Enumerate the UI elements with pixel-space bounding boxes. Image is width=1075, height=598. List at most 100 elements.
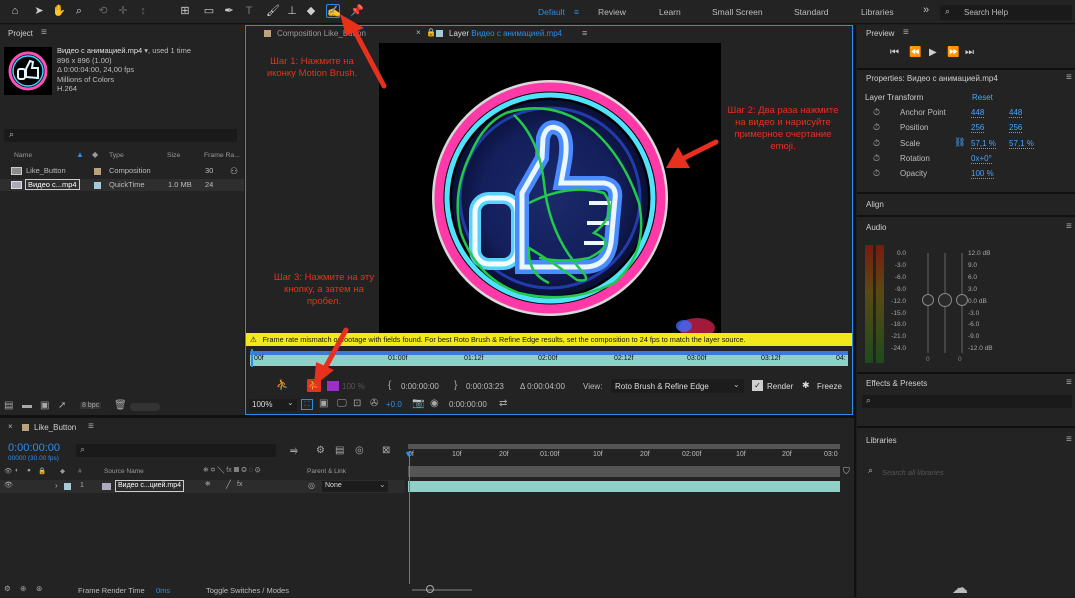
scale-y[interactable]: 57,1 % [1009,139,1034,149]
link-icon[interactable]: ⛓ [954,137,965,148]
position-x[interactable]: 256 [971,123,985,133]
out-time[interactable]: 0:00:03:23 [466,382,504,391]
timeline-timecode[interactable]: 0:00:00:00 [8,442,60,454]
more-workspaces-icon[interactable]: » [923,4,929,16]
stopwatch-icon[interactable]: ⏱ [873,153,880,164]
close-tab-icon[interactable]: × [8,422,13,431]
shape-tool-icon[interactable]: ▭ [202,4,216,18]
anchor-y[interactable]: 448 [1009,108,1023,118]
scale-x[interactable]: 57,1 % [971,139,996,149]
rotation-value[interactable]: 0x+0° [971,154,992,164]
expand-layer-switches-icon[interactable]: ⊕ [20,584,26,593]
current-time[interactable]: 0:00:00:00 [449,400,487,409]
last-frame-icon[interactable]: ⏭ [965,47,974,58]
bpc-toggle[interactable]: 8 bpc [80,402,102,409]
panel-menu-icon[interactable]: ≡ [903,27,909,38]
comp-mini-flowchart-icon[interactable]: ⥤ [290,445,298,456]
timeline-search[interactable]: ⌕ [76,444,276,457]
interpret-footage-icon[interactable]: ▤ [4,400,13,411]
fit-icon[interactable]: ⛶ [301,399,313,410]
show-snapshot-icon[interactable]: ◉ [430,398,439,409]
expand-arrow-icon[interactable]: › [55,481,58,490]
color-management-icon[interactable]: ✇ [370,398,378,409]
effects-search[interactable]: ⌕ [862,395,1072,408]
view-dropdown[interactable]: Roto Brush & Refine Edge ⌄ [611,379,744,393]
expand-modes-icon[interactable]: ⊛ [36,584,42,593]
channel-icon[interactable]: ⊡ [353,398,361,409]
eraser-tool-icon[interactable]: ◆ [304,4,318,18]
propagate-backward-icon[interactable]: ⛹ [276,380,288,391]
column-fps[interactable]: Frame Ra... [204,152,240,159]
graph-editor-icon[interactable]: ⊠ [382,445,390,456]
new-composition-icon[interactable]: ▣ [40,400,49,411]
layer-switches-icons[interactable]: ⛯ ✡ ╲ fx ▦ ◎ ◌ ⚙ [203,467,261,475]
render-checkbox[interactable]: ✓ [752,380,763,391]
video-toggle-icon[interactable]: 👁 [4,481,13,489]
solo-switch-icon[interactable]: ● [27,467,31,474]
workspace-default[interactable]: Default [538,7,565,17]
dolly-tool-icon[interactable]: ↕ [136,4,150,18]
draft-3d-icon[interactable]: ⚙ [316,445,325,456]
type-tool-icon[interactable]: T [242,4,256,18]
reset-button[interactable]: Reset [972,93,993,102]
layer-time-ruler[interactable]: 00f 01:00f 01:12f 02:00f 02:12f 03:00f 0… [246,347,852,367]
project-flowchart-icon[interactable]: ➚ [58,400,66,411]
audio-level-knob[interactable] [956,294,968,306]
stopwatch-icon[interactable]: ⏱ [873,122,880,133]
workspace-menu-icon[interactable]: ≡ [574,7,579,17]
puppet-pin-tool-icon[interactable]: 📌 [350,4,364,18]
workspace-review[interactable]: Review [598,7,626,17]
label-swatch[interactable] [94,182,101,189]
video-switch-icon[interactable]: 👁 [4,467,12,475]
snapshot-icon[interactable]: 📷 [412,398,424,409]
shy-switch-icon[interactable]: ⛯ [205,481,211,489]
work-area-bar[interactable] [408,444,840,449]
delete-icon[interactable]: 🗑 [114,400,127,411]
toggle-view-icon[interactable]: ⇄ [499,398,507,409]
quality-switch-icon[interactable]: ╱ [226,480,231,489]
tab-composition[interactable]: Composition Like_Button [264,29,366,38]
lock-switch-icon[interactable]: 🔒 [38,467,46,475]
workspace-learn[interactable]: Learn [659,7,681,17]
panel-menu-icon[interactable]: ≡ [1066,377,1072,388]
fx-switch-icon[interactable]: fx [237,481,242,488]
zoom-tool-icon[interactable]: ⌕ [72,4,86,18]
stopwatch-icon[interactable]: ⏱ [873,107,880,118]
source-name-column[interactable]: Source Name [104,468,144,475]
project-row[interactable]: Видео с...mp4 QuickTime 1.0 MB 24 [0,179,244,191]
opacity-value[interactable]: 100 % [971,169,994,179]
view-color-swatch[interactable] [327,381,339,391]
workspace-standard[interactable]: Standard [794,7,829,17]
workspace-small-screen[interactable]: Small Screen [712,7,763,17]
panel-menu-icon[interactable]: ≡ [88,421,94,432]
help-search[interactable]: ⌕ Search Help [940,5,1072,20]
play-icon[interactable]: ▶ [929,47,937,58]
parent-dropdown[interactable]: None ⌄ [322,480,388,492]
next-frame-icon[interactable]: ⏩ [947,47,959,58]
frame-blending-icon[interactable]: ▤ [335,445,344,456]
brush-tool-icon[interactable]: 🖌 [266,4,280,18]
column-name[interactable]: Name [14,152,32,159]
overlay-opacity[interactable]: 100 % [342,382,365,391]
zoom-slider[interactable] [412,589,472,591]
pickwhip-icon[interactable]: ◎ [308,481,315,490]
exposure-value[interactable]: +0.0 [386,400,402,409]
selection-tool-icon[interactable]: ➤ [32,4,46,18]
playhead[interactable] [251,349,253,367]
libraries-search-input[interactable]: Search all libraries [882,468,944,477]
stopwatch-icon[interactable]: ⏱ [873,168,880,179]
panel-menu-icon[interactable]: ≡ [41,27,47,38]
timeline-playhead[interactable] [409,452,410,584]
layer-name[interactable]: Видео с...цией.mp4 [115,480,185,492]
audio-level-knob[interactable] [938,293,952,307]
workspace-libraries[interactable]: Libraries [861,7,894,17]
thumbnail-slider[interactable] [130,403,160,411]
pan-tool-icon[interactable]: ✛ [116,4,130,18]
position-y[interactable]: 256 [1009,123,1023,133]
flowchart-icon[interactable]: ⚇ [230,165,238,177]
audio-switch-icon[interactable]: ◐ [15,467,19,474]
roto-brush-tool-icon[interactable]: ✍ [326,4,341,18]
set-out-point-icon[interactable]: } [454,380,457,391]
column-size[interactable]: Size [167,152,180,159]
tab-layer[interactable]: Layer Видео с анимацией.mp4 [436,29,562,38]
